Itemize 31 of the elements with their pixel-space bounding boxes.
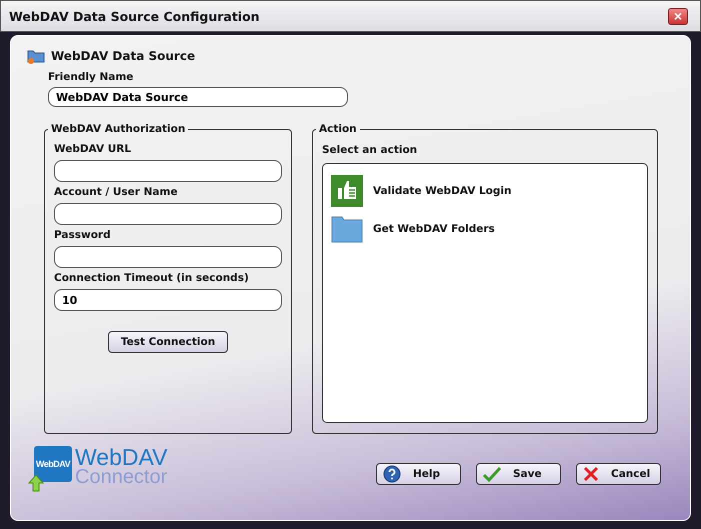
field-label: Connection Timeout (in seconds) [54,272,250,284]
save-button[interactable]: Save [476,463,561,485]
friendly-name-field[interactable]: WebDAV Data Source [48,87,348,107]
check-icon [483,466,501,482]
input-field[interactable]: 10 [54,289,282,311]
field-label: WebDAV URL [54,143,132,155]
help-button[interactable]: Help [376,463,461,485]
action-item[interactable]: Validate WebDAV Login [373,185,512,197]
thumbs-up-icon [331,175,363,207]
group-legend: Action [316,123,360,135]
input-field[interactable] [54,246,282,268]
section-title: WebDAV Data Source [51,49,196,63]
input-field[interactable] [54,203,282,225]
input-field[interactable] [54,160,282,182]
field-label: Password [54,229,112,241]
test-connection-button[interactable]: Test Connection [108,331,228,353]
folder-icon [27,48,45,64]
field-label: Account / User Name [54,186,179,198]
logo-text: Connector [75,467,168,487]
field-label: Friendly Name [48,71,134,83]
cancel-button[interactable]: Cancel [576,463,661,485]
folder-icon [331,215,363,243]
close-button[interactable]: × [668,8,688,24]
logo-text: WebDAV [75,447,168,467]
group-legend: WebDAV Authorization [48,123,188,135]
close-icon [583,466,599,482]
arrow-up-icon [28,474,44,492]
action-item[interactable]: Get WebDAV Folders [373,223,495,235]
help-icon [383,465,401,483]
action-prompt: Select an action [322,144,418,156]
window-title: WebDAV Data Source Configuration [9,8,260,24]
